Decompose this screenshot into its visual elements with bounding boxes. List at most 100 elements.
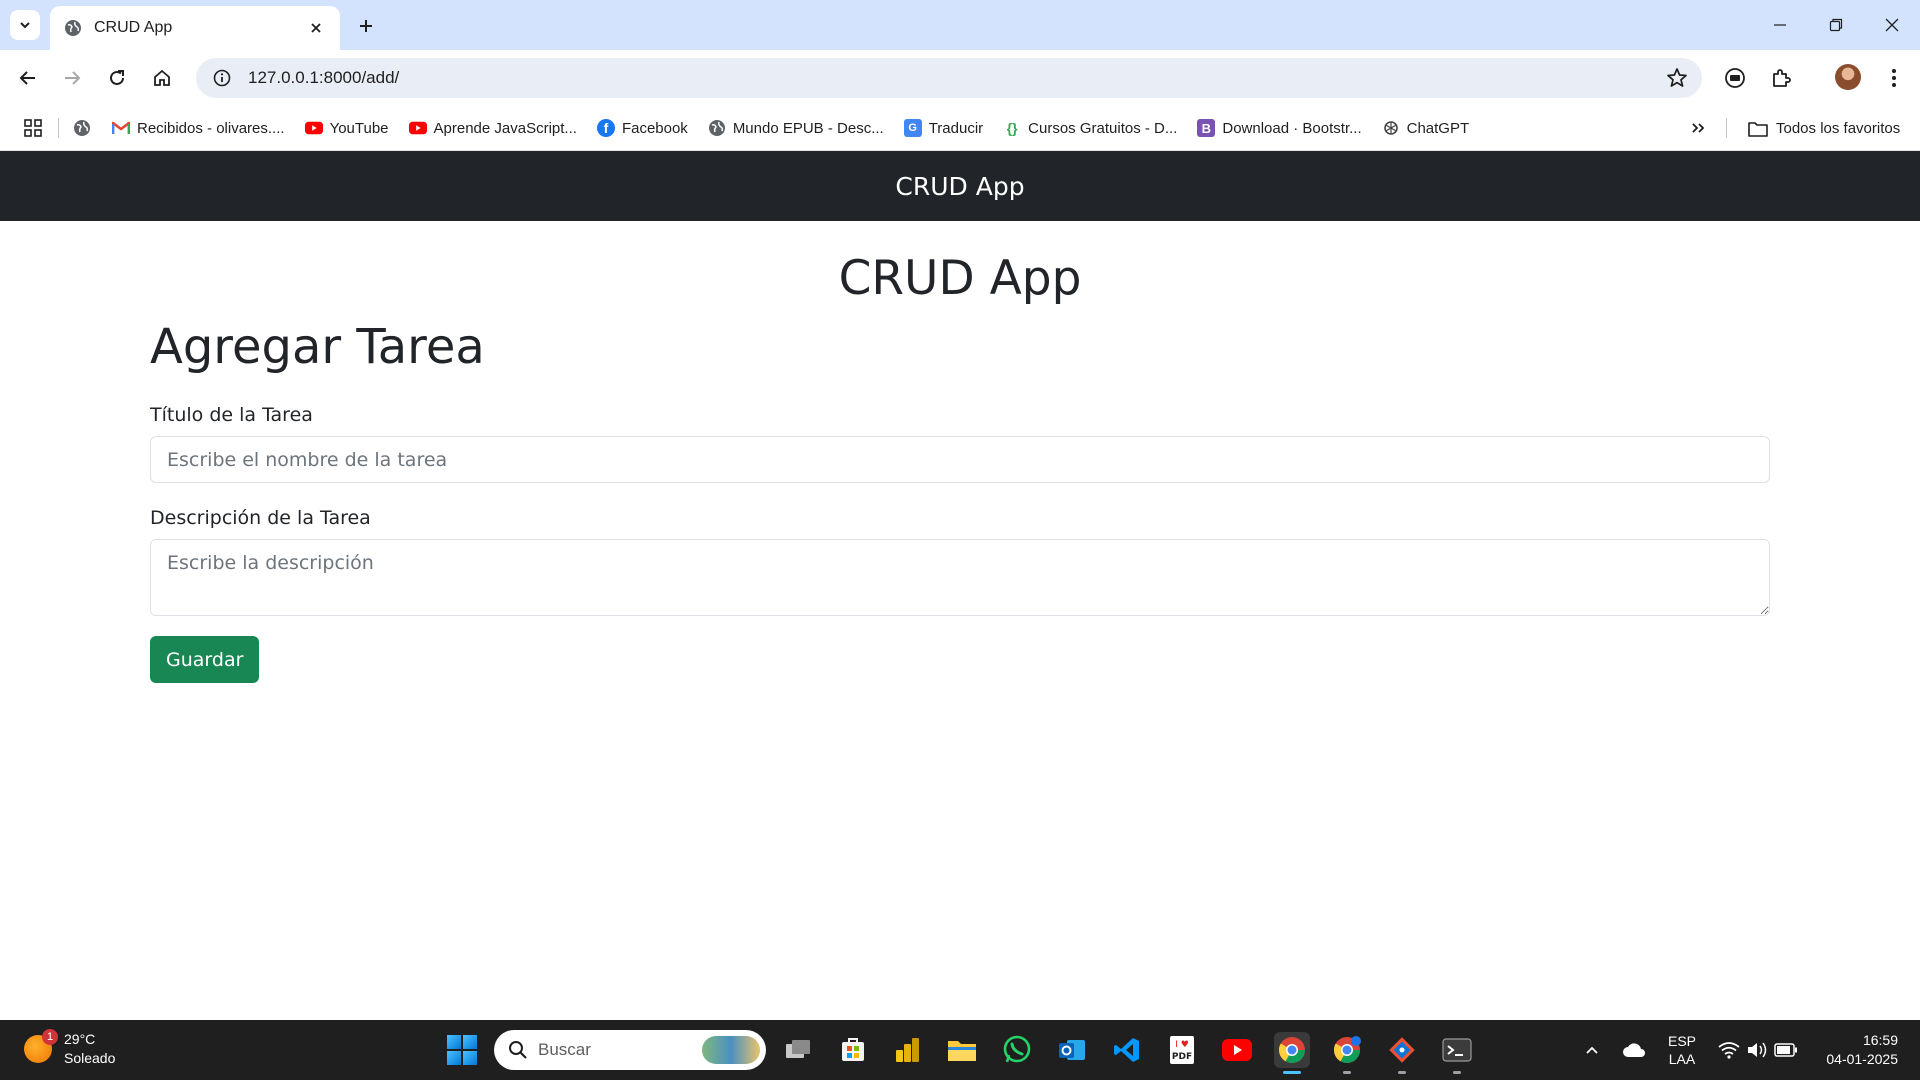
close-tab-icon[interactable]	[306, 18, 326, 38]
bookmark-bootstrap[interactable]: B Download · Bootstr...	[1197, 119, 1362, 137]
bookmark-aprende-javascript[interactable]: Aprende JavaScript...	[408, 119, 577, 137]
back-button[interactable]	[12, 62, 44, 94]
bookmarks-bar: Recibidos - olivares.... YouTube Aprende…	[0, 106, 1920, 151]
taskbar-search-box[interactable]: Buscar	[494, 1030, 766, 1070]
browser-tab-strip: CRUD App	[0, 0, 1920, 50]
bookmark-globe[interactable]	[73, 119, 98, 137]
youtube-icon	[408, 119, 427, 137]
task-view-icon[interactable]	[780, 1032, 816, 1068]
bookmark-facebook[interactable]: f Facebook	[596, 119, 688, 137]
weather-description: Soleado	[64, 1050, 116, 1066]
tab-media-icon	[1725, 68, 1745, 88]
task-title-label: Título de la Tarea	[150, 404, 313, 427]
windows-taskbar: 1 29°C Soleado Buscar I ♥ PDF ESP LAA 16…	[0, 1020, 1920, 1080]
main-title: CRUD App	[838, 251, 1082, 306]
main-container: CRUD App Agregar Tarea Título de la Tare…	[150, 221, 1770, 684]
keyboard-layout: LAA	[1668, 1051, 1696, 1067]
bootstrap-icon: B	[1197, 119, 1216, 137]
close-window-button[interactable]	[1864, 0, 1920, 50]
profile-avatar[interactable]	[1835, 64, 1861, 90]
extensions-button[interactable]	[1765, 62, 1797, 94]
page-viewport: CRUD App CRUD App Agregar Tarea Título d…	[0, 151, 1920, 1020]
all-bookmarks-folder[interactable]: Todos los favoritos	[1748, 106, 1900, 151]
chrome-icon[interactable]	[1274, 1032, 1310, 1074]
youtube-icon	[304, 119, 323, 137]
task-description-label: Descripción de la Tarea	[150, 507, 371, 530]
running-app-indicator	[1398, 1071, 1406, 1074]
arrow-left-icon	[19, 71, 35, 85]
restore-window-button[interactable]	[1808, 0, 1864, 50]
bookmark-label: Recibidos - olivares....	[137, 119, 285, 137]
new-tab-button[interactable]	[352, 12, 380, 40]
puzzle-icon	[1773, 69, 1791, 87]
chrome-profile-icon[interactable]	[1329, 1032, 1365, 1074]
git-icon[interactable]	[1384, 1032, 1420, 1074]
weather-widget[interactable]: 1 29°C Soleado	[24, 1029, 116, 1068]
whatsapp-icon[interactable]	[999, 1032, 1035, 1068]
translate-icon: G	[903, 119, 922, 137]
forward-button[interactable]	[56, 62, 88, 94]
bookmark-label: Download · Bootstr...	[1222, 119, 1362, 137]
chatgpt-icon	[1382, 119, 1400, 137]
volume-icon[interactable]	[1744, 1020, 1770, 1080]
bookmark-label: YouTube	[329, 119, 389, 137]
running-app-indicator	[1343, 1071, 1351, 1074]
weather-temperature: 29°C	[64, 1031, 96, 1047]
search-placeholder: Buscar	[538, 1040, 591, 1059]
bookmark-star-icon[interactable]	[1666, 67, 1688, 89]
reload-button[interactable]	[101, 62, 133, 94]
apps-grid-icon[interactable]	[22, 117, 44, 139]
globe-icon	[65, 20, 81, 36]
svg-text:I ♥: I ♥	[1175, 1040, 1189, 1050]
code-braces-icon: {}	[1006, 120, 1018, 136]
svg-text:PDF: PDF	[1172, 1052, 1192, 1062]
address-bar[interactable]: 127.0.0.1:8000/add/	[196, 58, 1702, 98]
media-control-button[interactable]	[1719, 62, 1751, 94]
home-button[interactable]	[146, 62, 178, 94]
tab-search-button[interactable]	[10, 10, 40, 40]
windows-start-icon[interactable]	[447, 1035, 477, 1065]
system-clock[interactable]: 16:59 04-01-2025	[1826, 1031, 1898, 1069]
terminal-icon[interactable]	[1439, 1032, 1475, 1074]
bookmark-label: ChatGPT	[1406, 119, 1470, 137]
facebook-icon: f	[596, 119, 615, 137]
wifi-icon[interactable]	[1716, 1020, 1742, 1080]
minimize-window-button[interactable]	[1752, 0, 1808, 50]
file-explorer-icon[interactable]	[944, 1032, 980, 1068]
site-info-icon[interactable]	[210, 66, 234, 90]
microsoft-store-icon[interactable]	[835, 1032, 871, 1068]
bookmark-gmail[interactable]: Recibidos - olivares....	[112, 119, 285, 137]
bookmark-youtube[interactable]: YouTube	[304, 119, 389, 137]
show-hidden-icons-chevron-up-icon[interactable]	[1580, 1020, 1604, 1080]
battery-icon[interactable]	[1772, 1020, 1800, 1080]
bookmark-mundo-epub[interactable]: Mundo EPUB - Desc...	[708, 119, 884, 137]
pdf-reader-icon[interactable]: I ♥ PDF	[1164, 1032, 1200, 1068]
navbar-brand[interactable]: CRUD App	[895, 172, 1024, 201]
browser-toolbar: 127.0.0.1:8000/add/	[0, 50, 1920, 106]
page-title: Agregar Tarea	[150, 318, 485, 375]
save-button[interactable]: Guardar	[150, 636, 260, 684]
chevron-down-icon	[20, 22, 30, 29]
more-bookmarks-icon[interactable]	[1686, 118, 1710, 138]
onedrive-cloud-icon[interactable]	[1620, 1020, 1648, 1080]
bookmark-cursos-gratuitos[interactable]: {} Cursos Gratuitos - D...	[1003, 119, 1178, 137]
youtube-app-icon[interactable]	[1219, 1032, 1255, 1068]
weather-notification-badge: 1	[42, 1029, 58, 1045]
all-bookmarks-label: Todos los favoritos	[1776, 120, 1901, 137]
bookmark-label: Traducir	[928, 119, 984, 137]
reload-icon	[110, 70, 124, 85]
task-title-input[interactable]	[150, 436, 1770, 484]
bookmark-traducir[interactable]: G Traducir	[903, 119, 984, 137]
home-icon	[154, 69, 170, 86]
gmail-icon	[112, 119, 130, 137]
vscode-icon[interactable]	[1109, 1032, 1145, 1068]
bookmark-chatgpt[interactable]: ChatGPT	[1382, 119, 1470, 137]
outlook-icon[interactable]	[1054, 1032, 1090, 1068]
input-language-indicator[interactable]: ESP LAA	[1662, 1020, 1702, 1080]
browser-menu-button[interactable]	[1878, 62, 1910, 94]
task-description-textarea[interactable]	[150, 539, 1770, 617]
add-task-form: Título de la Tarea Descripción de la Tar…	[150, 404, 1770, 684]
power-bi-icon[interactable]	[889, 1032, 925, 1068]
folder-icon	[1748, 121, 1768, 137]
browser-tab-active[interactable]: CRUD App	[50, 6, 340, 50]
